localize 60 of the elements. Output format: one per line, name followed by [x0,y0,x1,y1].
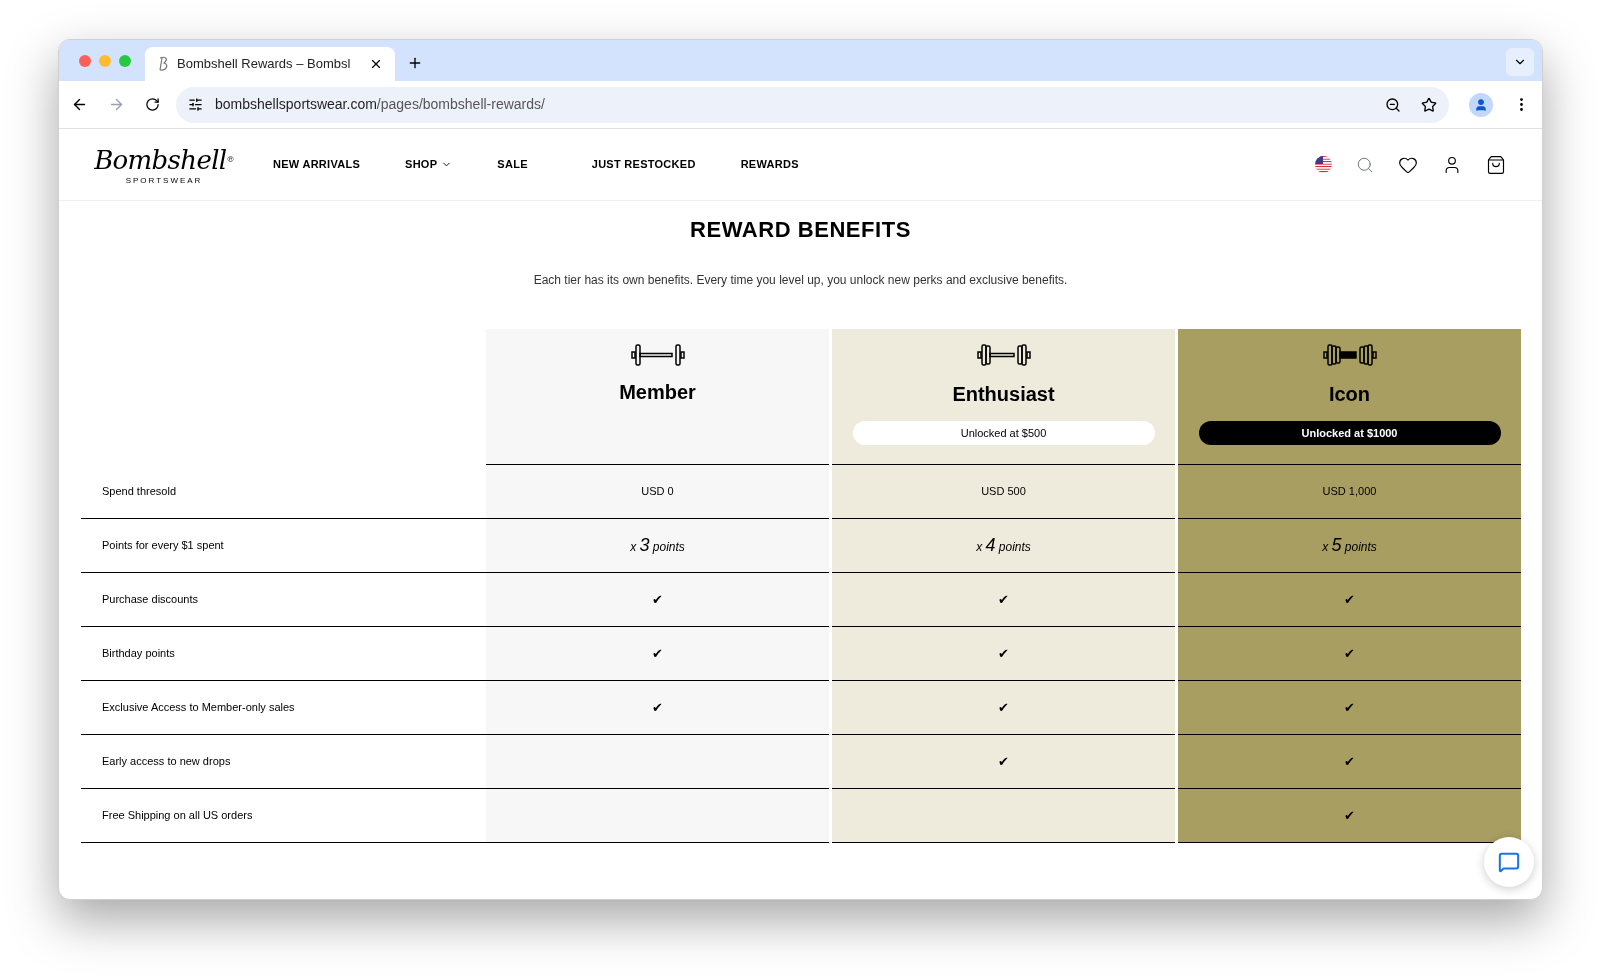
cell-value: USD 0 [641,484,674,500]
row-label: Early access to new drops [102,754,231,770]
check-mark: ✔ [998,752,1009,771]
close-tab-icon[interactable] [369,57,383,71]
nav-link[interactable]: JUST RESTOCKED [591,156,696,173]
tier-name: Icon [1328,382,1371,407]
zoom-icon[interactable] [1385,96,1401,113]
points-multiplier: x 5 points [1322,534,1377,557]
site-logo[interactable]: Bombshell® SPORTSWEAR [89,141,239,188]
check-mark: ✔ [998,590,1009,609]
check-mark: ✔ [1344,644,1355,663]
browser-tab[interactable]: Bombshell Rewards – Bombsl [145,47,395,81]
page-subtitle: Each tier has its own benefits. Every time you level up, you unlock new perks and exclusive benefits. [532,272,1069,289]
tier-badge: Unlocked at $500 [852,421,1155,445]
back-icon[interactable] [71,96,88,113]
new-tab-icon[interactable] [407,55,423,71]
dumbbell-icon [629,341,686,369]
forward-icon[interactable] [108,96,125,113]
nav-link[interactable]: NEW ARRIVALS [273,156,361,173]
tier-name: Enthusiast [952,382,1055,407]
site-settings-icon[interactable] [188,97,203,112]
row-label: Points for every $1 spent [102,538,224,554]
url-text: bombshellsportswear.com/pages/bombshell-rewards/ [215,95,545,114]
address-bar[interactable]: bombshellsportswear.com/pages/bombshell-rewards/ [176,86,1449,123]
check-mark: ✔ [652,698,663,717]
check-mark: ✔ [652,644,663,663]
check-mark: ✔ [998,698,1009,717]
profile-avatar[interactable] [1469,92,1493,117]
check-mark: ✔ [1344,806,1355,825]
row-label: Birthday points [102,646,175,662]
check-mark: ✔ [998,644,1009,663]
points-multiplier: x 3 points [630,534,685,557]
dumbbell-icon [975,341,1032,369]
tier-name: Member [619,380,696,405]
nav-link[interactable]: SALE [497,156,528,173]
search-icon[interactable] [1356,155,1374,174]
nav-link[interactable]: SHOP [405,156,453,173]
bookmark-star-icon[interactable] [1421,96,1437,113]
bag-icon[interactable] [1486,154,1506,175]
row-label: Spend thresold [102,484,176,500]
row-label: Free Shipping on all US orders [102,808,253,824]
chat-icon [1498,851,1520,873]
check-mark: ✔ [1344,590,1355,609]
page-title: REWARD BENEFITS [689,216,912,244]
row-label: Exclusive Access to Member-only sales [102,700,295,716]
check-mark: ✔ [1344,698,1355,717]
reload-icon[interactable] [145,97,160,112]
tier-badge: Unlocked at $1000 [1198,421,1501,445]
dumbbell-icon [1321,341,1378,369]
points-multiplier: x 4 points [976,534,1031,557]
row-label: Purchase discounts [102,592,198,608]
us-flag-icon[interactable] [1315,156,1332,173]
cell-value: USD 1,000 [1322,484,1377,500]
cell-value: USD 500 [981,484,1026,500]
check-mark: ✔ [1344,752,1355,771]
check-mark: ✔ [652,590,663,609]
favicon-icon [157,56,169,72]
tab-title: Bombshell Rewards – Bombsl [177,55,352,74]
nav-link[interactable]: REWARDS [740,156,799,173]
chat-button[interactable] [1484,837,1534,887]
